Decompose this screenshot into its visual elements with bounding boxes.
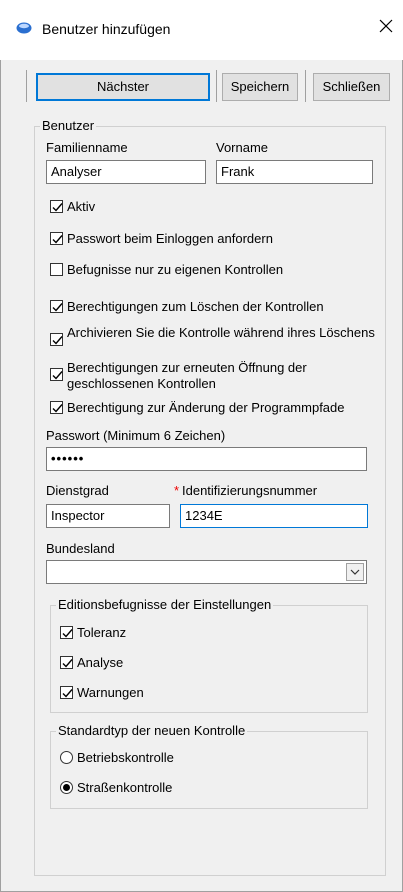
check-icon — [52, 303, 63, 312]
close-button[interactable]: Schließen — [313, 73, 390, 101]
lastname-label: Familienname — [46, 140, 128, 155]
password-label: Passwort (Minimum 6 Zeichen) — [46, 428, 226, 443]
check-icon — [62, 689, 73, 698]
app-icon — [16, 22, 32, 34]
state-select[interactable] — [46, 560, 367, 584]
warnings-checkbox[interactable] — [60, 686, 73, 699]
next-button[interactable]: Nächster — [36, 73, 210, 101]
operation-control-label: Betriebskontrolle — [77, 750, 174, 765]
id-label: Identifizierungsnummer — [182, 483, 318, 498]
required-mark: * — [174, 483, 180, 498]
close-icon[interactable] — [375, 15, 397, 37]
analysis-label: Analyse — [77, 655, 124, 670]
check-icon — [52, 203, 63, 212]
chevron-down-icon[interactable] — [346, 563, 364, 581]
toolbar-separator — [216, 70, 217, 102]
tolerance-label: Toleranz — [77, 625, 127, 640]
own-controls-label: Befugnisse nur zu eigenen Kontrollen — [67, 262, 284, 277]
check-icon — [52, 235, 63, 244]
rank-label: Dienstgrad — [46, 483, 109, 498]
toolbar-separator — [26, 70, 27, 102]
toolbar-separator — [305, 70, 306, 102]
tolerance-checkbox[interactable] — [60, 626, 73, 639]
own-controls-checkbox[interactable] — [50, 263, 63, 276]
require-password-label: Passwort beim Einloggen anfordern — [67, 231, 273, 246]
save-button[interactable]: Speichern — [222, 73, 298, 101]
delete-rights-checkbox[interactable] — [50, 300, 63, 313]
analysis-checkbox[interactable] — [60, 656, 73, 669]
require-password-checkbox[interactable] — [50, 232, 63, 245]
window-title: Benutzer hinzufügen — [42, 21, 171, 37]
warnings-label: Warnungen — [77, 685, 144, 700]
archive-checkbox[interactable] — [50, 333, 63, 346]
check-icon — [52, 371, 63, 380]
id-field[interactable]: 1234E — [180, 504, 368, 528]
title-bar: Benutzer hinzufügen — [0, 0, 403, 60]
active-checkbox[interactable] — [50, 200, 63, 213]
rank-field[interactable]: Inspector — [46, 504, 170, 528]
firstname-label: Vorname — [216, 140, 269, 155]
check-icon — [52, 404, 63, 413]
firstname-field[interactable]: Frank — [216, 160, 373, 184]
active-checkbox-label: Aktiv — [67, 199, 96, 214]
edit-rights-legend: Editionsbefugnisse der Einstellungen — [56, 597, 274, 612]
check-icon — [62, 629, 73, 638]
password-field[interactable]: •••••• — [46, 447, 367, 471]
check-icon — [52, 336, 63, 345]
check-icon — [62, 659, 73, 668]
user-group-legend: Benutzer — [40, 118, 97, 133]
reopen-rights-checkbox[interactable] — [50, 368, 63, 381]
operation-control-radio[interactable] — [60, 751, 73, 764]
archive-label: Archivieren Sie die Kontrolle während ih… — [67, 325, 375, 340]
state-label: Bundesland — [46, 541, 115, 556]
path-rights-label: Berechtigung zur Änderung der Programmpf… — [67, 400, 345, 415]
default-type-legend: Standardtyp der neuen Kontrolle — [56, 723, 248, 738]
reopen-rights-label: Berechtigungen zur erneuten Öffnung der … — [67, 360, 307, 391]
road-control-label: Straßenkontrolle — [77, 780, 173, 795]
lastname-field[interactable]: Analyser — [46, 160, 206, 184]
path-rights-checkbox[interactable] — [50, 401, 63, 414]
road-control-radio[interactable] — [60, 781, 73, 794]
delete-rights-label: Berechtigungen zum Löschen der Kontrolle… — [67, 299, 324, 314]
default-type-group — [50, 731, 368, 809]
